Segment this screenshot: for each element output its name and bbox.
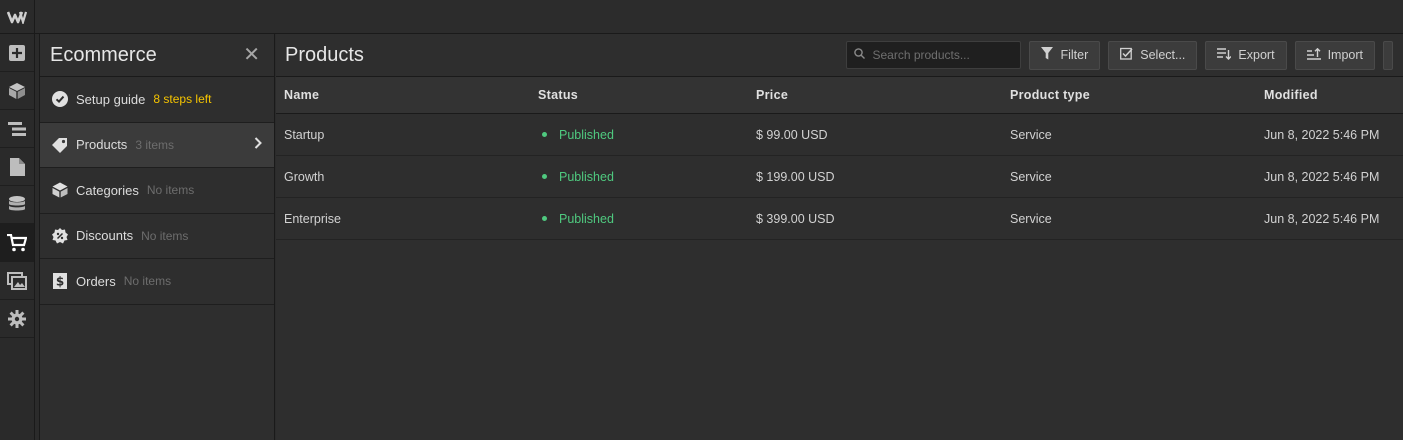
nav-item-label: Discounts — [76, 228, 134, 244]
table-header: Name Status Price Product type Modified — [276, 77, 1403, 114]
cell-product-type: Service — [1010, 169, 1052, 184]
filter-funnel-icon — [1041, 47, 1054, 63]
check-circle-icon — [52, 91, 68, 108]
filter-button[interactable]: Filter — [1029, 40, 1101, 70]
status-dot — [542, 174, 547, 179]
nav-item-count: No items — [141, 228, 189, 243]
settings-gear-icon[interactable] — [0, 300, 34, 338]
toolbar: Filter Select... Export Import — [846, 40, 1393, 70]
more-button[interactable] — [1383, 40, 1393, 70]
tag-icon — [52, 137, 68, 153]
cell-name: Startup — [284, 127, 325, 142]
status-dot — [542, 132, 547, 137]
navigator-icon[interactable] — [0, 110, 34, 148]
column-header-status[interactable]: Status — [530, 88, 748, 102]
nav-item-count: No items — [123, 274, 172, 289]
nav-item-label: Orders — [76, 273, 116, 289]
status-dot — [542, 216, 547, 221]
panel-header: Ecommerce ✕ — [40, 34, 274, 77]
table-row[interactable]: Growth Published $ 199.00 USD Service Ju… — [276, 156, 1403, 198]
cell-price: $ 199.00 USD — [756, 169, 835, 184]
close-icon[interactable]: ✕ — [243, 45, 260, 65]
cms-database-icon[interactable] — [0, 186, 34, 224]
column-header-modified[interactable]: Modified — [1256, 88, 1403, 102]
chevron-right-icon — [254, 137, 262, 152]
search-icon — [854, 46, 866, 64]
search-input[interactable] — [870, 47, 1011, 63]
table-row[interactable]: Startup Published $ 99.00 USD Service Ju… — [276, 114, 1403, 156]
box-icon — [52, 182, 68, 198]
nav-item-orders[interactable]: $ Orders No items — [40, 259, 274, 305]
setup-steps-left: 8 steps left — [153, 92, 212, 107]
column-header-product-type[interactable]: Product type — [1002, 88, 1256, 102]
nav-item-setup-guide[interactable]: Setup guide 8 steps left — [40, 77, 274, 123]
assets-images-icon[interactable] — [0, 262, 34, 300]
column-header-name[interactable]: Name — [276, 88, 530, 102]
svg-text:$: $ — [56, 275, 64, 289]
nav-item-discounts[interactable]: Discounts No items — [40, 214, 274, 259]
ecommerce-cart-icon[interactable] — [0, 224, 34, 262]
table-row[interactable]: Enterprise Published $ 399.00 USD Servic… — [276, 198, 1403, 240]
cell-modified: Jun 8, 2022 5:46 PM — [1264, 211, 1380, 226]
cell-price: $ 399.00 USD — [756, 211, 835, 226]
import-button[interactable]: Import — [1294, 40, 1375, 70]
export-button[interactable]: Export — [1205, 40, 1287, 70]
nav-item-products[interactable]: Products 3 items — [40, 122, 274, 168]
add-panel-icon[interactable] — [0, 34, 34, 72]
filter-label: Filter — [1060, 48, 1089, 62]
cell-name: Growth — [284, 169, 325, 184]
cell-name: Enterprise — [284, 211, 341, 226]
cell-product-type: Service — [1010, 127, 1052, 142]
webflow-logo-icon[interactable] — [0, 0, 34, 34]
cell-product-type: Service — [1010, 211, 1052, 226]
ecommerce-panel: Ecommerce ✕ Setup guide 8 steps left Pro… — [39, 34, 275, 440]
select-label: Select... — [1140, 48, 1186, 62]
pages-icon[interactable] — [0, 148, 34, 186]
nav-item-categories[interactable]: Categories No items — [40, 168, 274, 214]
cell-status: Published — [530, 212, 748, 226]
nav-item-count: 3 items — [135, 137, 174, 152]
page-title: Products — [285, 43, 364, 66]
cell-modified: Jun 8, 2022 5:46 PM — [1264, 169, 1380, 184]
status-text: Published — [559, 211, 614, 226]
status-text: Published — [559, 127, 614, 142]
dollar-receipt-icon: $ — [52, 273, 68, 290]
export-label: Export — [1238, 48, 1275, 62]
components-cube-icon[interactable] — [0, 72, 34, 110]
left-rail — [0, 0, 35, 440]
panel-title: Ecommerce — [50, 43, 157, 66]
cell-price: $ 99.00 USD — [756, 127, 828, 142]
checkbox-icon — [1120, 47, 1133, 63]
select-button[interactable]: Select... — [1108, 40, 1198, 70]
import-icon — [1306, 47, 1321, 63]
cell-status: Published — [530, 128, 748, 142]
main-header: Products Filter Select... — [276, 34, 1403, 77]
nav-item-label: Categories — [76, 182, 139, 198]
nav-item-label: Setup guide — [76, 91, 146, 107]
column-header-price[interactable]: Price — [748, 88, 1002, 102]
export-icon — [1217, 47, 1232, 63]
top-bar — [35, 0, 1403, 34]
nav-item-label: Products — [76, 137, 128, 153]
import-label: Import — [1327, 48, 1363, 62]
badge-icon — [52, 227, 68, 244]
cell-status: Published — [530, 170, 748, 184]
products-main: Products Filter Select... — [276, 34, 1403, 440]
status-text: Published — [559, 169, 614, 184]
nav-item-count: No items — [146, 183, 195, 198]
search-box[interactable] — [846, 41, 1022, 69]
cell-modified: Jun 8, 2022 5:46 PM — [1264, 127, 1380, 142]
